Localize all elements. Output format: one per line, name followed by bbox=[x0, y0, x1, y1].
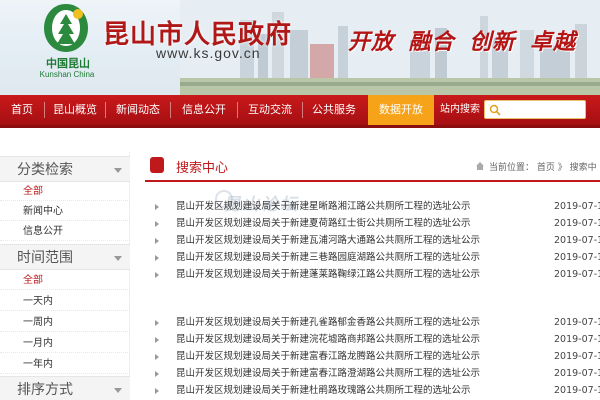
result-row[interactable]: 昆山开发区规划建设局关于新建星晰路湘江路公共厕所工程的选址公示 2019-07-… bbox=[155, 198, 600, 215]
section-header: 搜索中心 当前位置： 首页 》 搜索中 bbox=[145, 152, 600, 182]
breadcrumb-home-link[interactable]: 首页 bbox=[537, 163, 555, 173]
nav-home[interactable]: 首页 bbox=[0, 95, 44, 125]
result-date: 2019-07-18 bbox=[554, 218, 600, 229]
site-url: www.ks.gov.cn bbox=[156, 45, 261, 61]
nav-kunshan-overview[interactable]: 昆山概览 bbox=[45, 95, 105, 125]
city-slogan: 开放 融合 创新 卓越 bbox=[348, 29, 576, 55]
breadcrumb-label: 当前位置： bbox=[489, 163, 535, 173]
bullet-icon bbox=[155, 221, 159, 227]
result-title-link[interactable]: 昆山开发区规划建设局关于新建瓦浦河路大通路公共厕所工程的选址公示 bbox=[176, 232, 480, 249]
result-title-link[interactable]: 昆山开发区规划建设局关于新建蓬莱路鞠绿江路公共厕所工程的选址公示 bbox=[176, 266, 480, 283]
result-row[interactable]: 昆山开发区规划建设局关于新建夏荷路红士街公共厕所工程的选址公示 2019-07-… bbox=[155, 215, 600, 232]
nav-info-disclosure[interactable]: 信息公开 bbox=[171, 95, 237, 125]
nav-open-data[interactable]: 数据开放 bbox=[368, 95, 434, 125]
filter-time-one-week[interactable]: 一周内 bbox=[0, 313, 130, 332]
result-title-link[interactable]: 昆山开发区规划建设局关于新建三巷路园庭湖路公共厕所工程的选址公示 bbox=[176, 249, 480, 266]
result-row[interactable]: 昆山开发区规划建设局关于新建富春江路澄湖路公共厕所工程的选址公示 2019-07… bbox=[155, 365, 600, 382]
result-title-link[interactable]: 昆山开发区规划建设局关于新建富春江路澄湖路公共厕所工程的选址公示 bbox=[176, 365, 480, 382]
bullet-icon bbox=[155, 337, 159, 343]
nav-public-service[interactable]: 公共服务 bbox=[303, 95, 365, 125]
result-date: 2019-07-18 bbox=[554, 269, 600, 280]
caret-down-icon bbox=[114, 256, 122, 261]
filter-category-info-disclosure[interactable]: 信息公开 bbox=[0, 222, 130, 241]
header-banner: 中国昆山 Kunshan China 昆山市人民政府 www.ks.gov.cn… bbox=[0, 0, 600, 95]
filter-heading-label: 分类检索 bbox=[17, 162, 73, 178]
nav-interaction[interactable]: 互动交流 bbox=[238, 95, 302, 125]
filter-heading-label: 时间范围 bbox=[17, 250, 73, 266]
result-title-link[interactable]: 昆山开发区规划建设局关于新建孔雀路郁金香路公共厕所工程的选址公示 bbox=[176, 314, 480, 331]
filter-category-news-center[interactable]: 新闻中心 bbox=[0, 202, 130, 221]
filter-time-one-month[interactable]: 一月内 bbox=[0, 334, 130, 353]
breadcrumb: 当前位置： 首页 》 搜索中 bbox=[489, 160, 597, 173]
filter-heading-sort[interactable]: 排序方式 bbox=[0, 376, 130, 400]
bullet-icon bbox=[155, 255, 159, 261]
filter-category-all[interactable]: 全部 bbox=[0, 182, 130, 201]
filter-time-one-year[interactable]: 一年内 bbox=[0, 355, 130, 374]
result-date: 2019-07-18 bbox=[554, 252, 600, 263]
bullet-icon bbox=[155, 354, 159, 360]
result-row[interactable]: 昆山开发区规划建设局关于新建富春江路龙腾路公共厕所工程的选址公示 2019-07… bbox=[155, 348, 600, 365]
result-row[interactable]: 昆山开发区规划建设局关于新建孔雀路郁金香路公共厕所工程的选址公示 2019-07… bbox=[155, 314, 600, 331]
result-row[interactable]: 昆山开发区规划建设局关于新建杜鹃路玫瑰路公共厕所工程的选址公示 2019-07-… bbox=[155, 382, 600, 399]
kunshan-logo-icon bbox=[44, 4, 88, 52]
result-date: 2019-07-18 bbox=[554, 317, 600, 328]
search-results-panel: 搜索中心 当前位置： 首页 》 搜索中 昆山论坛 昆山开发区规划建设局关于新建星… bbox=[145, 152, 600, 400]
bullet-icon bbox=[155, 238, 159, 244]
result-date: 2019-07-18 bbox=[554, 235, 600, 246]
result-title-link[interactable]: 昆山开发区规划建设局关于新建杜鹃路玫瑰路公共厕所工程的选址公示 bbox=[176, 382, 471, 399]
result-row[interactable]: 昆山开发区规划建设局关于新建瓦浦河路大通路公共厕所工程的选址公示 2019-07… bbox=[155, 232, 600, 249]
search-icon[interactable] bbox=[489, 104, 501, 116]
result-date: 2019-07-18 bbox=[554, 351, 600, 362]
main-navbar: 首页 昆山概览 新闻动态 信息公开 互动交流 公共服务 数据开放 站内搜索 bbox=[0, 95, 600, 128]
result-title-link[interactable]: 昆山开发区规划建设局关于新建夏荷路红士街公共厕所工程的选址公示 bbox=[176, 215, 471, 232]
caret-down-icon bbox=[114, 388, 122, 393]
result-title-link[interactable]: 昆山开发区规划建设局关于新建富春江路龙腾路公共厕所工程的选址公示 bbox=[176, 348, 480, 365]
site-search-label: 站内搜索 bbox=[440, 104, 480, 115]
result-row[interactable]: 昆山开发区规划建设局关于新建三巷路园庭湖路公共厕所工程的选址公示 2019-07… bbox=[155, 249, 600, 266]
bullet-icon bbox=[155, 272, 159, 278]
bullet-icon bbox=[155, 388, 159, 394]
bullet-icon bbox=[155, 204, 159, 210]
site-search-input[interactable] bbox=[484, 100, 586, 119]
caret-down-icon bbox=[114, 168, 122, 173]
result-row[interactable]: 昆山开发区规划建设局关于新建浣花墟路商邦路公共厕所工程的选址公示 2019-07… bbox=[155, 331, 600, 348]
logo-chinese-text: 中国昆山 bbox=[46, 57, 90, 70]
bullet-icon bbox=[155, 371, 159, 377]
home-icon bbox=[476, 162, 484, 170]
result-title-link[interactable]: 昆山开发区规划建设局关于新建星晰路湘江路公共厕所工程的选址公示 bbox=[176, 198, 471, 215]
section-marker-icon bbox=[150, 157, 164, 173]
filter-time-all[interactable]: 全部 bbox=[0, 271, 130, 290]
result-date: 2019-07-18 bbox=[554, 385, 600, 396]
bullet-icon bbox=[155, 320, 159, 326]
logo-english-text: Kunshan China bbox=[39, 70, 95, 79]
breadcrumb-separator: 》 bbox=[557, 163, 567, 173]
result-date: 2019-07-18 bbox=[554, 201, 600, 212]
result-row[interactable]: 昆山开发区规划建设局关于新建蓬莱路鞠绿江路公共厕所工程的选址公示 2019-07… bbox=[155, 266, 600, 283]
section-title: 搜索中心 bbox=[176, 161, 229, 176]
filter-heading-time-range[interactable]: 时间范围 bbox=[0, 244, 130, 270]
filter-heading-category[interactable]: 分类检索 bbox=[0, 156, 130, 182]
nav-news[interactable]: 新闻动态 bbox=[106, 95, 170, 125]
result-title-link[interactable]: 昆山开发区规划建设局关于新建浣花墟路商邦路公共厕所工程的选址公示 bbox=[176, 331, 480, 348]
result-date: 2019-07-18 bbox=[554, 368, 600, 379]
sidebar-filters: 分类检索 全部 新闻中心 信息公开 时间范围 全部 一天内 一周内 一月内 一年… bbox=[0, 152, 130, 400]
breadcrumb-current: 搜索中 bbox=[569, 163, 597, 173]
result-date: 2019-07-18 bbox=[554, 334, 600, 345]
filter-time-one-day[interactable]: 一天内 bbox=[0, 292, 130, 311]
filter-heading-label: 排序方式 bbox=[17, 382, 73, 398]
